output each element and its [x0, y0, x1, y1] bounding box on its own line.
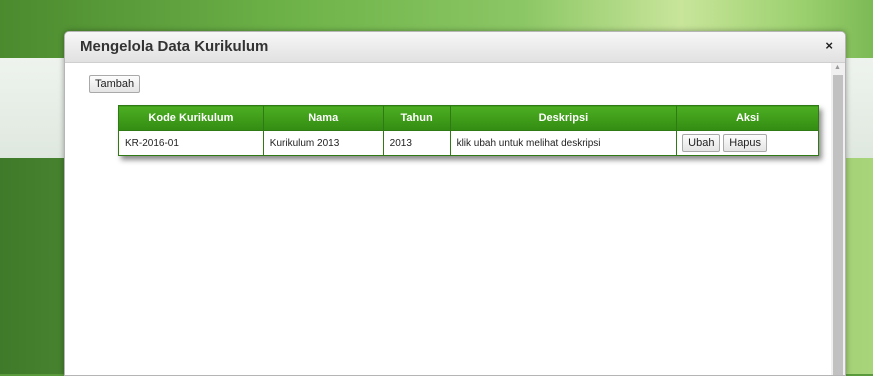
cell-deskripsi: klik ubah untuk melihat deskripsi	[449, 130, 678, 156]
column-header-tahun[interactable]: Tahun	[382, 105, 451, 131]
column-header-kode[interactable]: Kode Kurikulum	[118, 105, 264, 131]
kurikulum-dialog: Mengelola Data Kurikulum × Tambah Kode K…	[64, 31, 846, 376]
vertical-scrollbar[interactable]: ▲	[831, 63, 845, 375]
dialog-header: Mengelola Data Kurikulum ×	[65, 32, 845, 63]
column-header-nama[interactable]: Nama	[262, 105, 384, 131]
cell-tahun: 2013	[382, 130, 451, 156]
dialog-title: Mengelola Data Kurikulum	[80, 38, 269, 55]
cell-kode: KR-2016-01	[118, 130, 264, 156]
table-row: KR-2016-01 Kurikulum 2013 2013 klik ubah…	[118, 130, 819, 156]
delete-button[interactable]: Hapus	[723, 134, 768, 152]
column-header-deskripsi[interactable]: Deskripsi	[449, 105, 678, 131]
scroll-up-arrow-icon[interactable]: ▲	[834, 64, 841, 71]
kurikulum-table: Kode Kurikulum Nama Tahun Deskripsi Aksi…	[118, 105, 819, 156]
table-header-row: Kode Kurikulum Nama Tahun Deskripsi Aksi	[118, 105, 819, 131]
scrollbar-thumb[interactable]	[833, 75, 843, 375]
cell-nama: Kurikulum 2013	[262, 130, 384, 156]
column-header-aksi: Aksi	[676, 105, 819, 131]
add-button[interactable]: Tambah	[89, 75, 141, 93]
close-icon[interactable]: ×	[825, 38, 833, 53]
kurikulum-table-wrapper: Kode Kurikulum Nama Tahun Deskripsi Aksi…	[118, 105, 819, 156]
edit-button[interactable]: Ubah	[682, 134, 721, 152]
cell-aksi: Ubah Hapus	[676, 130, 819, 156]
